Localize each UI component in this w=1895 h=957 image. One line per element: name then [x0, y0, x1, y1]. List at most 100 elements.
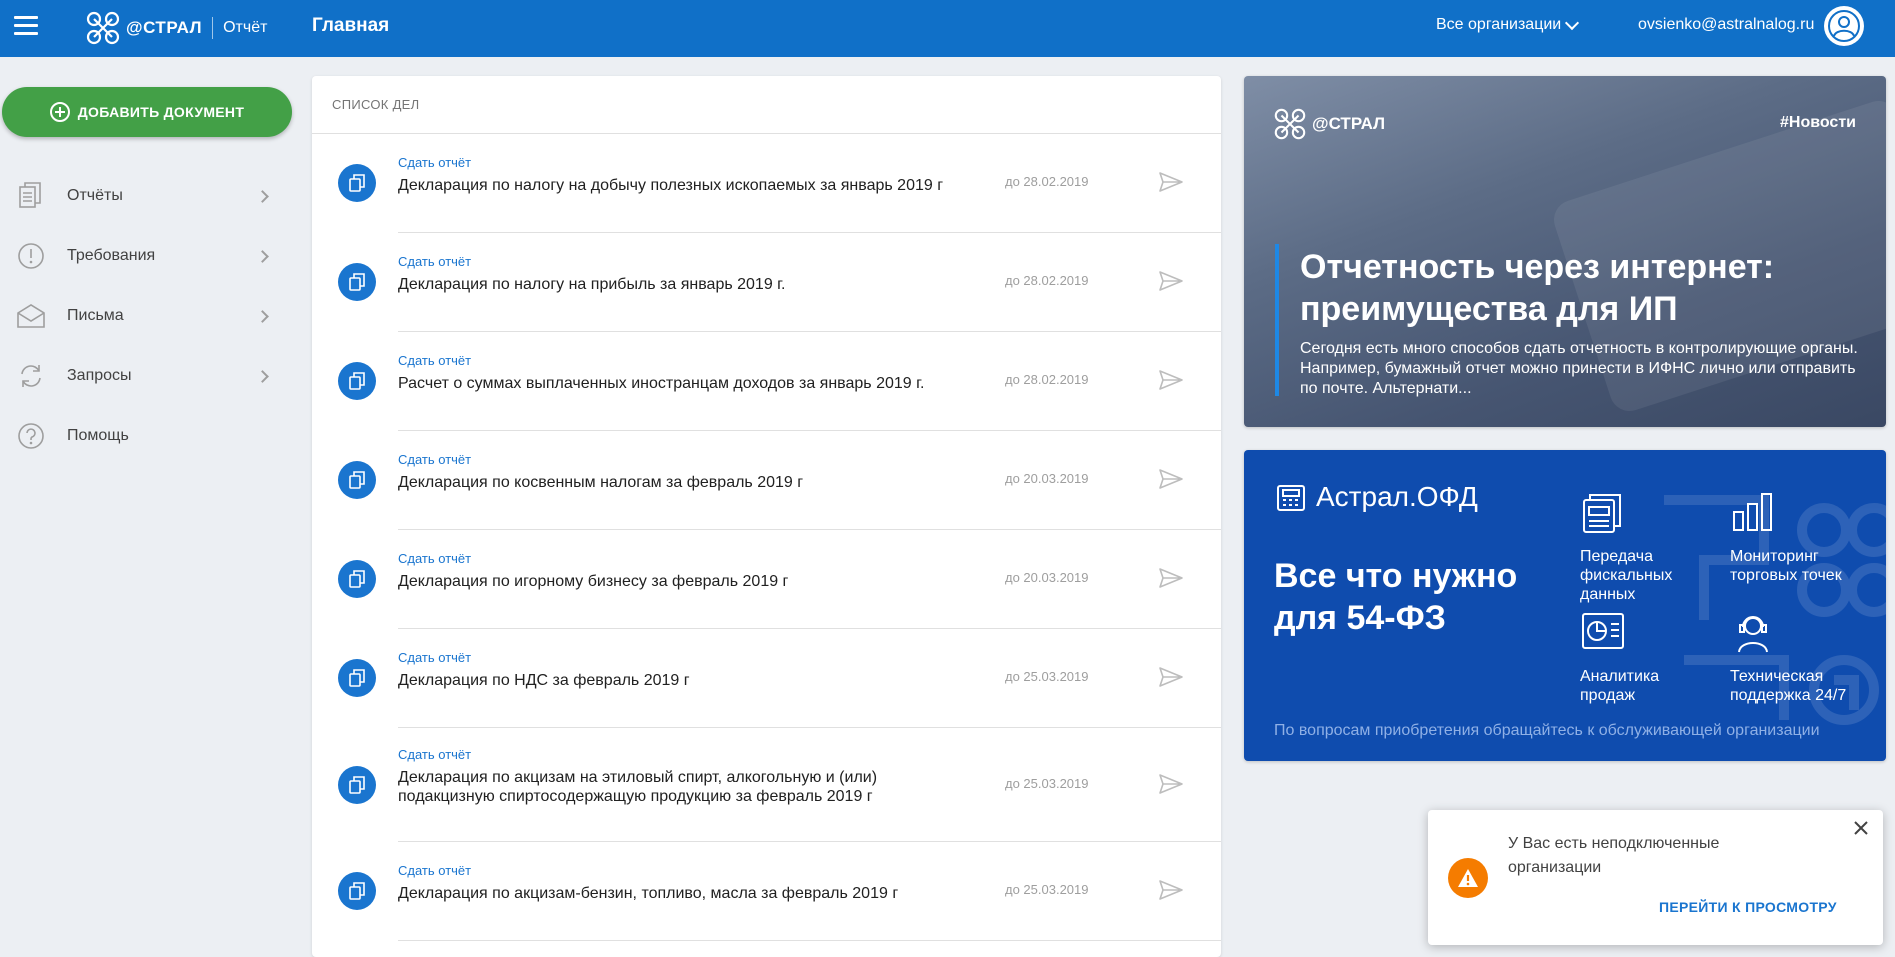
task-row[interactable]: Сдать отчёт Декларация по акцизам на эти… — [338, 728, 1221, 842]
task-due-date: до 28.02.2019 — [1005, 273, 1089, 288]
news-accent-bar — [1275, 244, 1279, 396]
send-icon[interactable] — [1158, 468, 1184, 490]
toast-message: У Вас есть неподключенные организации — [1508, 835, 1720, 876]
analytics-icon — [1582, 613, 1624, 649]
task-row[interactable]: Сдать отчёт Декларация по налогу на приб… — [338, 233, 1221, 332]
help-icon — [16, 421, 46, 451]
task-type-link[interactable]: Сдать отчёт — [398, 551, 788, 566]
sidebar-item-requirements[interactable]: Требования — [0, 226, 290, 286]
send-icon[interactable] — [1158, 879, 1184, 901]
task-title: Декларация по акцизам-бензин, топливо, м… — [398, 885, 899, 902]
task-type-link[interactable]: Сдать отчёт — [398, 747, 877, 762]
menu-icon[interactable] — [14, 16, 38, 36]
user-icon — [1828, 10, 1860, 42]
add-document-button[interactable]: ДОБАВИТЬ ДОКУМЕНТ — [2, 87, 292, 137]
task-type-link[interactable]: Сдать отчёт — [398, 452, 803, 467]
task-type-link[interactable]: Сдать отчёт — [398, 863, 898, 878]
sidebar-item-letters[interactable]: Письма — [0, 286, 290, 346]
sidebar-item-label: Запросы — [67, 367, 132, 384]
cash-register-icon — [1277, 485, 1305, 511]
ofd-feature-support: Техническая поддержка 24/7 — [1730, 610, 1846, 705]
send-icon[interactable] — [1158, 369, 1184, 391]
document-copy-icon — [338, 872, 376, 910]
organization-select-label: Все организации — [1436, 16, 1562, 33]
send-icon[interactable] — [1158, 773, 1184, 795]
chevron-right-icon — [256, 249, 269, 263]
chevron-down-icon — [1565, 15, 1580, 30]
ofd-feature-label: Техническая — [1730, 668, 1824, 685]
organization-select[interactable]: Все организации — [1436, 15, 1580, 34]
document-copy-icon — [338, 766, 376, 804]
document-copy-icon — [338, 362, 376, 400]
sidebar-item-requests[interactable]: Запросы — [0, 346, 290, 406]
brand-name: @СТРАЛ — [126, 18, 203, 37]
task-row[interactable]: Сдать отчёт Декларация по акцизам-бензин… — [338, 842, 1221, 941]
view-organizations-button[interactable]: ПЕРЕЙТИ К ПРОСМОТРУ — [1659, 899, 1837, 915]
document-copy-icon — [338, 560, 376, 598]
page-title: Главная — [312, 15, 390, 36]
document-copy-icon — [338, 659, 376, 697]
task-title-line-1: Декларация по акцизам на этиловый спирт,… — [398, 769, 878, 786]
task-title-line-2: подакцизную спиртосодержащую продукцию з… — [398, 788, 873, 805]
task-row[interactable]: Сдать отчёт Декларация по НДС за февраль… — [338, 629, 1221, 728]
task-type-link[interactable]: Сдать отчёт — [398, 353, 924, 368]
reports-icon — [16, 181, 46, 211]
bar-chart-icon — [1733, 493, 1772, 531]
news-title: Отчетность через интернет: преимущества … — [1300, 248, 1775, 328]
send-icon[interactable] — [1158, 666, 1184, 688]
task-row[interactable]: Сдать отчёт Декларация по косвенным нало… — [338, 431, 1221, 530]
task-type-link[interactable]: Сдать отчёт — [398, 155, 943, 170]
news-logo: @СТРАЛ — [1272, 106, 1385, 142]
sidebar-item-label: Отчёты — [67, 187, 123, 204]
ofd-feature-label: Аналитика — [1580, 668, 1660, 685]
document-copy-icon — [338, 164, 376, 202]
ofd-banner[interactable]: Астрал.ОФД Все что нужно для 54-ФЗ Перед… — [1244, 450, 1886, 761]
ofd-feature-fiscal-data: Передача фискальных данных — [1580, 490, 1672, 604]
task-row[interactable]: Сдать отчёт Декларация по налогу на добы… — [338, 134, 1221, 233]
ofd-footer-text: По вопросам приобретения обращайтесь к о… — [1274, 722, 1820, 739]
app-logo[interactable]: @СТРАЛ Отчёт — [84, 8, 267, 48]
sync-icon — [16, 361, 46, 391]
task-title: Декларация по налогу на прибыль за январ… — [398, 276, 786, 293]
task-due-date: до 20.03.2019 — [1005, 471, 1089, 486]
ofd-feature-monitoring: Мониторинг торговых точек — [1730, 490, 1842, 585]
send-icon[interactable] — [1158, 567, 1184, 589]
news-brand-name: @СТРАЛ — [1312, 114, 1386, 133]
task-type-link[interactable]: Сдать отчёт — [398, 254, 786, 269]
sidebar-nav: Отчёты Требования Письма Запросы Помощь — [0, 166, 290, 466]
sidebar-item-help[interactable]: Помощь — [0, 406, 290, 466]
task-title: Декларация по косвенным налогам за февра… — [398, 474, 804, 491]
task-row[interactable]: Сдать отчёт Расчет о суммах выплаченных … — [338, 332, 1221, 431]
warning-icon — [1448, 858, 1488, 898]
receipts-icon — [1583, 494, 1621, 533]
ofd-brand-name: Астрал.ОФД — [1316, 481, 1478, 512]
task-row[interactable]: Сдать отчёт Декларация по игорному бизне… — [338, 530, 1221, 629]
chevron-right-icon — [256, 309, 269, 323]
ofd-feature-label: продаж — [1580, 687, 1636, 704]
user-avatar[interactable] — [1824, 6, 1864, 46]
send-icon[interactable] — [1158, 270, 1184, 292]
ofd-feature-label: торговых точек — [1730, 567, 1842, 584]
ofd-logo: Астрал.ОФД — [1274, 480, 1478, 514]
news-excerpt: Сегодня есть много способов сдать отчетн… — [1300, 340, 1858, 397]
task-title: Декларация по игорному бизнесу за феврал… — [398, 573, 789, 590]
ofd-feature-label: фискальных — [1580, 567, 1673, 584]
task-title: Декларация по НДС за февраль 2019 г — [398, 672, 690, 689]
user-email[interactable]: ovsienko@astralnalog.ru — [1638, 16, 1814, 34]
task-due-date: до 25.03.2019 — [1005, 669, 1089, 684]
task-type-link[interactable]: Сдать отчёт — [398, 650, 690, 665]
close-icon[interactable] — [1851, 818, 1871, 838]
task-due-date: до 20.03.2019 — [1005, 570, 1089, 585]
envelope-icon — [16, 301, 46, 331]
news-banner[interactable]: @СТРАЛ #Новости Отчетность через интерне… — [1244, 76, 1886, 427]
product-name: Отчёт — [223, 19, 268, 36]
ofd-feature-label: данных — [1580, 586, 1636, 603]
task-due-date: до 28.02.2019 — [1005, 174, 1089, 189]
task-title: Декларация по налогу на добычу полезных … — [398, 177, 944, 194]
send-icon[interactable] — [1158, 171, 1184, 193]
astral-logo-icon — [1274, 108, 1306, 140]
task-due-date: до 28.02.2019 — [1005, 372, 1089, 387]
plus-circle-icon — [49, 102, 70, 122]
sidebar-item-reports[interactable]: Отчёты — [0, 166, 290, 226]
document-copy-icon — [338, 263, 376, 301]
